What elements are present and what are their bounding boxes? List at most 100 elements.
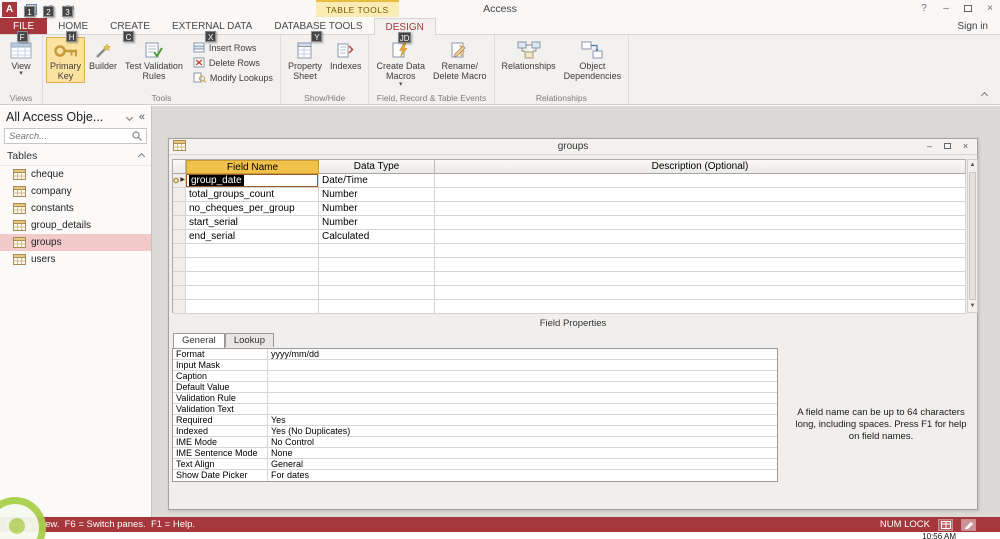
description-cell[interactable] xyxy=(435,286,966,300)
description-cell[interactable] xyxy=(435,202,966,216)
property-value[interactable] xyxy=(268,404,777,414)
relationships-button[interactable]: Relationships xyxy=(498,37,560,71)
description-cell[interactable] xyxy=(435,300,966,314)
design-view-button[interactable] xyxy=(961,518,976,531)
sidebar-item-company[interactable]: company xyxy=(0,183,151,200)
property-value[interactable]: No Control xyxy=(268,437,777,447)
insert-rows-button[interactable]: Insert Rows xyxy=(193,42,273,53)
sidebar-item-groups[interactable]: groups xyxy=(0,234,151,251)
sidebar-item-users[interactable]: users xyxy=(0,251,151,268)
indexes-button[interactable]: Indexes xyxy=(326,37,366,71)
property-value[interactable]: General xyxy=(268,459,777,469)
property-sheet-button[interactable]: Property Sheet xyxy=(284,37,326,82)
rename-delete-macro-button[interactable]: Rename/ Delete Macro xyxy=(429,37,491,82)
data-type-cell[interactable] xyxy=(319,244,435,258)
property-value[interactable]: None xyxy=(268,448,777,458)
search-input[interactable] xyxy=(9,130,132,142)
view-button[interactable]: View ▾ xyxy=(3,37,39,77)
data-type-cell[interactable]: Number xyxy=(319,216,435,230)
collapse-ribbon-button[interactable] xyxy=(978,90,990,100)
field-name-cell[interactable] xyxy=(186,286,319,300)
property-value[interactable] xyxy=(268,371,777,381)
description-cell[interactable] xyxy=(435,272,966,286)
property-name[interactable]: Input Mask xyxy=(173,360,268,370)
data-type-cell[interactable]: Date/Time xyxy=(319,174,435,188)
primary-key-button[interactable]: Primary Key xyxy=(46,37,85,83)
search-box[interactable] xyxy=(4,128,147,144)
property-value[interactable] xyxy=(268,393,777,403)
property-value[interactable]: For dates xyxy=(268,470,777,481)
doc-minimize-button[interactable]: – xyxy=(922,140,937,153)
row-selector[interactable] xyxy=(173,202,186,216)
delete-rows-button[interactable]: Delete Rows xyxy=(193,57,273,68)
row-selector-header[interactable] xyxy=(173,160,186,174)
tab-design[interactable]: DESIGN JD xyxy=(373,18,436,43)
field-name-cell[interactable]: no_cheques_per_group xyxy=(186,202,319,216)
sidebar-item-cheque[interactable]: cheque xyxy=(0,166,151,183)
scroll-up-icon[interactable]: ▲ xyxy=(968,160,977,171)
property-name[interactable]: Caption xyxy=(173,371,268,381)
field-name-cell[interactable] xyxy=(186,300,319,314)
sign-in-link[interactable]: Sign in xyxy=(957,18,1000,34)
row-selector[interactable] xyxy=(173,244,186,258)
tab-create[interactable]: CREATE C xyxy=(99,18,161,42)
doc-maximize-button[interactable] xyxy=(940,140,955,153)
field-name-cell[interactable] xyxy=(186,244,319,258)
tab-lookup[interactable]: Lookup xyxy=(224,333,274,347)
datasheet-view-button[interactable] xyxy=(938,518,953,531)
field-name-cell[interactable]: start_serial xyxy=(186,216,319,230)
builder-button[interactable]: Builder xyxy=(85,37,121,71)
navigation-pane-header[interactable]: All Access Obje... « xyxy=(0,106,151,127)
create-data-macros-button[interactable]: Create Data Macros ▾ xyxy=(372,37,429,88)
doc-close-button[interactable]: × xyxy=(958,140,973,153)
property-value[interactable] xyxy=(268,382,777,392)
tab-external-data[interactable]: EXTERNAL DATA X xyxy=(161,18,263,42)
data-type-header[interactable]: Data Type xyxy=(319,160,435,174)
row-selector[interactable] xyxy=(173,216,186,230)
property-name[interactable]: Validation Rule xyxy=(173,393,268,403)
data-type-cell[interactable] xyxy=(319,272,435,286)
row-selector[interactable] xyxy=(173,286,186,300)
description-cell[interactable] xyxy=(435,230,966,244)
field-name-cell[interactable] xyxy=(186,272,319,286)
field-name-cell[interactable]: end_serial xyxy=(186,230,319,244)
property-value[interactable]: Yes (No Duplicates) xyxy=(268,426,777,436)
property-name[interactable]: Show Date Picker xyxy=(173,470,268,481)
data-type-cell[interactable]: Number xyxy=(319,188,435,202)
property-name[interactable]: Required xyxy=(173,415,268,425)
property-value[interactable]: yyyy/mm/dd xyxy=(268,349,777,359)
data-type-cell[interactable]: Calculated xyxy=(319,230,435,244)
data-type-cell[interactable] xyxy=(319,300,435,314)
property-value[interactable]: Yes xyxy=(268,415,777,425)
property-name[interactable]: Validation Text xyxy=(173,404,268,414)
scroll-down-icon[interactable]: ▼ xyxy=(968,301,977,312)
chevron-down-icon[interactable] xyxy=(125,113,133,121)
property-name[interactable]: IME Sentence Mode xyxy=(173,448,268,458)
description-cell[interactable] xyxy=(435,258,966,272)
property-name[interactable]: Default Value xyxy=(173,382,268,392)
row-selector[interactable] xyxy=(173,272,186,286)
modify-lookups-button[interactable]: Modify Lookups xyxy=(193,72,273,83)
row-selector[interactable]: ▶ xyxy=(173,174,186,188)
tab-database-tools[interactable]: DATABASE TOOLS Y xyxy=(263,18,373,42)
tab-file[interactable]: FILE F xyxy=(0,18,48,42)
description-cell[interactable] xyxy=(435,188,966,202)
row-selector[interactable] xyxy=(173,188,186,202)
sidebar-item-constants[interactable]: constants xyxy=(0,200,151,217)
tab-general[interactable]: General xyxy=(173,333,225,348)
test-validation-rules-button[interactable]: Test Validation Rules xyxy=(121,37,187,82)
property-name[interactable]: IME Mode xyxy=(173,437,268,447)
property-name[interactable]: Text Align xyxy=(173,459,268,469)
property-name[interactable]: Indexed xyxy=(173,426,268,436)
data-type-cell[interactable] xyxy=(319,286,435,300)
shutter-bar-close-icon[interactable]: « xyxy=(139,111,145,123)
field-name-cell[interactable]: group_date xyxy=(186,174,319,188)
sidebar-item-group-details[interactable]: group_details xyxy=(0,217,151,234)
field-name-cell[interactable] xyxy=(186,258,319,272)
field-name-header[interactable]: Field Name xyxy=(186,160,319,174)
field-name-cell[interactable]: total_groups_count xyxy=(186,188,319,202)
scrollbar-thumb[interactable] xyxy=(969,172,976,300)
data-type-cell[interactable]: Number xyxy=(319,202,435,216)
row-selector[interactable] xyxy=(173,230,186,244)
property-name[interactable]: Format xyxy=(173,349,268,359)
